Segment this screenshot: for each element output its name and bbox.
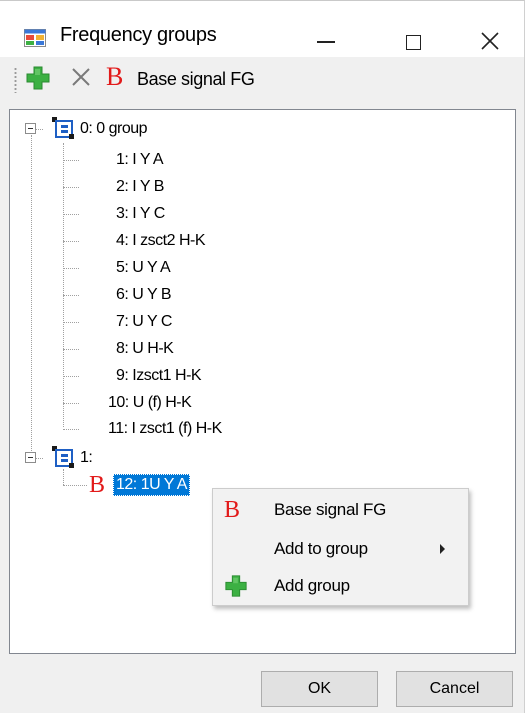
submenu-arrow-icon [440,544,445,554]
menu-item-label: Add group [274,576,350,595]
tree-connector [63,349,79,350]
add-group-button[interactable] [25,65,51,91]
menu-item-label: Add to group [274,539,368,558]
maximize-button[interactable] [382,9,442,57]
signal-item-7[interactable]: 7: U Y C [116,312,172,332]
toolbar: B Base signal FG [0,57,524,103]
tree-connector [63,268,79,269]
signal-item-11[interactable]: 11: I zsct1 (f) H-K [108,419,222,439]
tree-connector [63,469,64,485]
base-signal-marker: B [89,472,106,498]
tree-connector [63,485,87,486]
base-signal-button[interactable]: B [106,62,123,92]
minimize-button[interactable] [295,9,355,57]
signal-item-9[interactable]: 9: Izsct1 H-K [116,366,202,386]
tree-connector [63,187,79,188]
close-icon [481,32,499,50]
tree-connector [63,403,79,404]
signal-item-10[interactable]: 10: U (f) H-K [108,393,192,413]
delete-icon[interactable] [70,66,92,88]
group-icon [52,117,74,139]
tree-connector [63,241,79,242]
signal-item-2[interactable]: 2: I Y B [116,177,164,197]
tree-connector [63,429,79,430]
signal-item-3[interactable]: 3: I Y C [116,204,165,224]
tree-connector [63,214,79,215]
title-bar: Frequency groups [0,1,524,57]
maximize-icon [406,35,421,50]
collapse-toggle[interactable] [25,452,36,463]
base-signal-icon: B [224,497,241,523]
base-signal-label[interactable]: Base signal FG [137,69,255,90]
signal-item-1[interactable]: 1: I Y A [116,150,164,170]
app-icon [24,29,46,47]
add-icon [225,575,247,597]
tree-connector [31,135,32,453]
toolbar-grip[interactable] [14,67,17,93]
signal-item-6[interactable]: 6: U Y B [116,285,172,305]
tree-connector [63,322,79,323]
group-icon [52,446,74,468]
menu-item-base-signal[interactable]: B Base signal FG [214,493,467,527]
signal-item-8[interactable]: 8: U H-K [116,339,174,359]
menu-item-add-group[interactable]: Add group [214,569,467,603]
tree-connector [63,160,79,161]
signal-item-5[interactable]: 5: U Y A [116,258,171,278]
menu-item-add-to-group[interactable]: Add to group [214,532,467,566]
close-button[interactable] [462,9,522,57]
menu-item-label: Base signal FG [274,500,387,519]
tree-connector [63,295,79,296]
ok-button[interactable]: OK [261,671,378,707]
frequency-groups-window: Frequency groups B Base signal FG 0: 0 g… [0,0,525,713]
group-label-1[interactable]: 1: [80,448,93,468]
selected-signal-item-12[interactable]: 12: 1U Y A [113,474,190,496]
tree-connector [63,143,64,427]
context-menu: B Base signal FG Add to group Add group [212,488,469,606]
collapse-toggle[interactable] [25,123,36,134]
window-title: Frequency groups [60,24,217,46]
minimize-icon [317,41,335,43]
tree-connector [63,376,79,377]
cancel-button[interactable]: Cancel [396,671,513,707]
signal-item-4[interactable]: 4: I zsct2 H-K [116,231,206,251]
group-label-0[interactable]: 0: 0 group [80,119,148,139]
